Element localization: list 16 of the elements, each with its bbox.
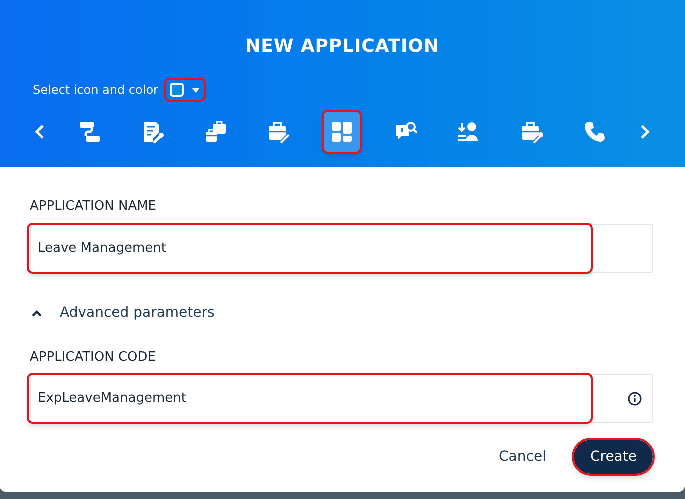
advanced-toggle[interactable]: Advanced parameters (32, 302, 215, 324)
color-dropdown[interactable] (164, 78, 206, 102)
previous-icon[interactable] (32, 123, 46, 141)
next-icon[interactable] (638, 123, 652, 141)
info-icon[interactable] (628, 392, 642, 406)
create-button[interactable]: Create (572, 438, 655, 476)
caret-icon (192, 88, 200, 92)
picker-label: Select icon and color (33, 82, 158, 99)
dialog-title: NEW APPLICATION (246, 35, 440, 59)
dashboard-icon[interactable] (322, 110, 362, 154)
field-label: APPLICATION NAME (30, 198, 158, 216)
input-field[interactable]: Leave Management (30, 224, 653, 272)
cancel-button[interactable]: Cancel (495, 438, 550, 476)
field-label: APPLICATION CODE (30, 348, 158, 366)
chevron-icon (32, 310, 42, 316)
input-field[interactable]: ExpLeaveManagement (30, 374, 653, 423)
